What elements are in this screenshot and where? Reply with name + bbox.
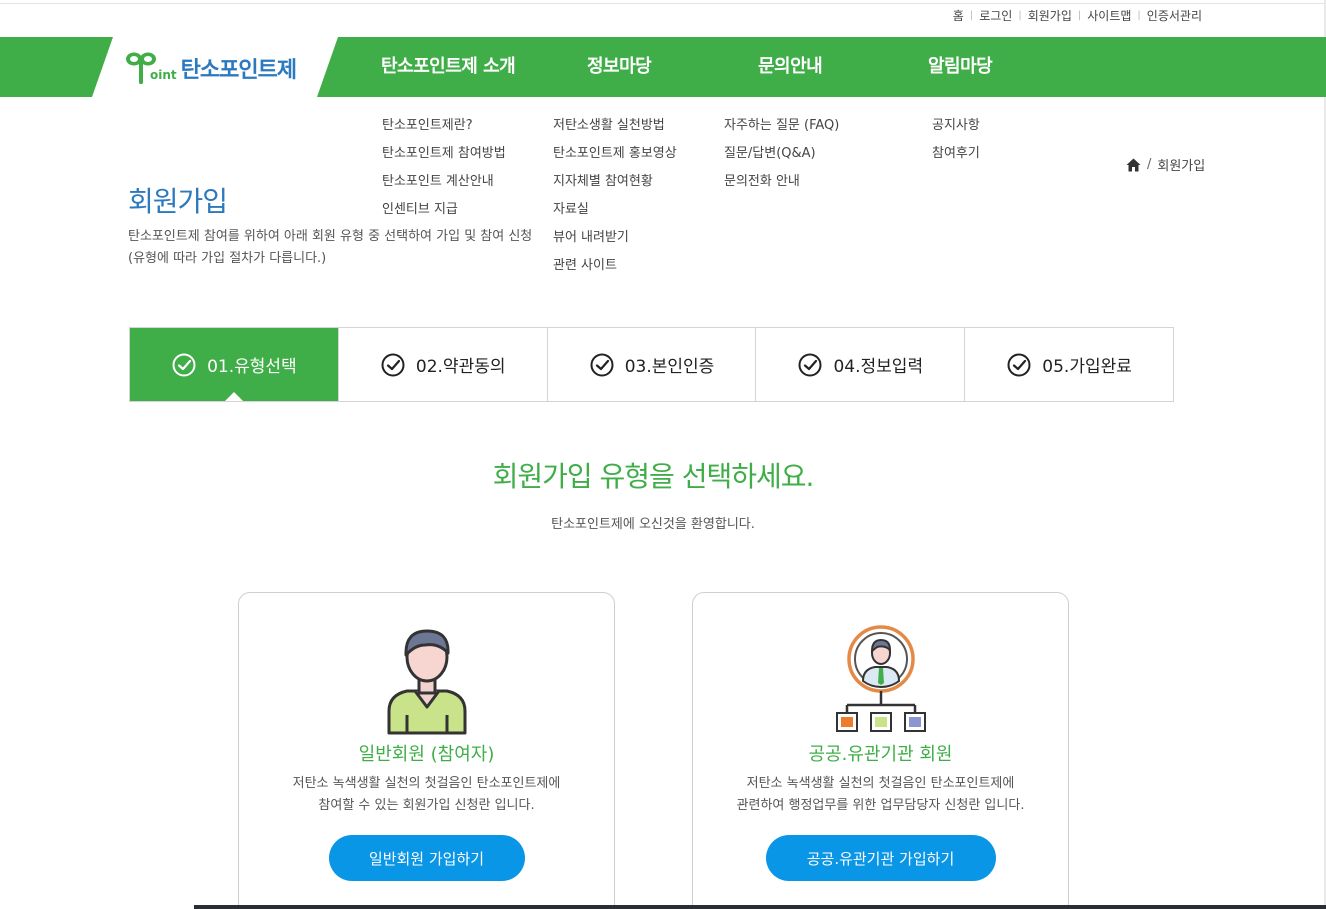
step-info-input[interactable]: 04.정보입력 [755, 328, 964, 401]
card-description-line: 참여할 수 있는 회원가입 신청란 입니다. [318, 798, 535, 813]
step-complete[interactable]: 05.가입완료 [964, 328, 1173, 401]
step-label: 05.가입완료 [1042, 357, 1132, 377]
submenu-item[interactable]: 인센티브 지급 [382, 196, 506, 224]
submenu-intro: 탄소포인트제란? 탄소포인트제 참여방법 탄소포인트 계산안내 인센티브 지급 [382, 112, 506, 224]
top-edge [0, 0, 1326, 4]
utility-nav: 홈 | 로그인 | 회원가입 | 사이트맵 | 인증서관리 [947, 5, 1208, 25]
submenu-item[interactable]: 문의전화 안내 [724, 168, 839, 196]
check-circle-icon [798, 353, 822, 376]
bottom-edge [194, 905, 1326, 909]
submenu-item[interactable]: 자주하는 질문 (FAQ) [724, 112, 839, 140]
submenu-item[interactable]: 저탄소생활 실천방법 [553, 112, 677, 140]
submenu-item[interactable]: 지자체별 참여현황 [553, 168, 677, 196]
card-description-line: 저탄소 녹색생활 실천의 첫걸음인 탄소포인트제에 [292, 776, 561, 791]
gnb-item-inquiry[interactable]: 문의안내 [758, 37, 823, 97]
submenu-inquiry: 자주하는 질문 (FAQ) 질문/답변(Q&A) 문의전화 안내 [724, 112, 839, 196]
step-type-select[interactable]: 01.유형선택 [130, 328, 338, 401]
card-description-line: 관련하여 행정업무를 위한 업무담당자 신청란 입니다. [736, 798, 1025, 813]
submenu-item[interactable]: 관련 사이트 [553, 252, 677, 280]
submenu-item[interactable]: 탄소포인트제 참여방법 [382, 140, 506, 168]
submenu-item[interactable]: 탄소포인트 계산안내 [382, 168, 506, 196]
gnb-item-notice[interactable]: 알림마당 [928, 37, 993, 97]
card-description: 저탄소 녹색생활 실천의 첫걸음인 탄소포인트제에 관련하여 행정업무를 위한 … [693, 773, 1068, 817]
person-icon [387, 629, 466, 735]
card-title: 공공.유관기관 회원 [808, 744, 953, 765]
util-link-home[interactable]: 홈 [947, 7, 970, 24]
util-link-login[interactable]: 로그인 [973, 7, 1018, 24]
logo-name: 탄소포인트제 [180, 58, 297, 83]
breadcrumb: / 회원가입 [1126, 155, 1205, 174]
util-link-certificate[interactable]: 인증서관리 [1141, 7, 1208, 24]
submenu-item[interactable]: 공지사항 [932, 112, 980, 140]
util-link-sitemap[interactable]: 사이트맵 [1081, 7, 1137, 24]
gnb-item-intro[interactable]: 탄소포인트제 소개 [381, 37, 516, 97]
submenu-item[interactable]: 참여후기 [932, 140, 980, 168]
site-logo[interactable]: oint 탄소포인트제 [124, 46, 297, 86]
check-circle-icon [1007, 353, 1031, 376]
leaf-logo-icon [126, 52, 156, 84]
step-label: 04.정보입력 [833, 357, 924, 377]
step-label: 02.약관동의 [415, 357, 506, 377]
page-title: 회원가입 [128, 185, 228, 218]
submenu-item[interactable]: 탄소포인트제 홍보영상 [553, 140, 677, 168]
organization-icon [835, 625, 926, 732]
step-verification[interactable]: 03.본인인증 [546, 328, 756, 401]
card-title: 일반회원 (참여자) [358, 744, 495, 765]
card-description-line: 저탄소 녹색생활 실천의 첫걸음인 탄소포인트제에 [746, 776, 1015, 791]
page-description-line: 탄소포인트제 참여를 위하여 아래 회원 유형 중 선택하여 가입 및 참여 신… [128, 229, 533, 244]
check-circle-icon [172, 353, 196, 376]
page-description: 탄소포인트제 참여를 위하여 아래 회원 유형 중 선택하여 가입 및 참여 신… [128, 226, 532, 270]
check-circle-icon [590, 353, 614, 376]
select-type-subtitle: 탄소포인트제에 오신것을 환영합니다. [551, 517, 755, 532]
member-type-card-general: 일반회원 (참여자) 저탄소 녹색생활 실천의 첫걸음인 탄소포인트제에 참여할… [238, 592, 615, 909]
submenu-item[interactable]: 뷰어 내려받기 [553, 224, 677, 252]
submenu-item[interactable]: 질문/답변(Q&A) [724, 140, 839, 168]
page-description-line: (유형에 따라 가입 절차가 다릅니다.) [128, 251, 327, 266]
member-type-card-public: 공공.유관기관 회원 저탄소 녹색생활 실천의 첫걸음인 탄소포인트제에 관련하… [692, 592, 1069, 909]
public-member-join-button[interactable]: 공공.유관기관 가입하기 [765, 835, 996, 881]
signup-steps: 01.유형선택 02.약관동의 03.본인인증 04.정보입력 05.가입완료 [129, 327, 1174, 402]
breadcrumb-separator: / [1147, 157, 1152, 172]
home-icon[interactable] [1126, 158, 1141, 172]
general-member-join-button[interactable]: 일반회원 가입하기 [328, 835, 525, 881]
submenu-item[interactable]: 탄소포인트제란? [382, 112, 506, 140]
step-label: 01.유형선택 [207, 357, 297, 377]
step-label: 03.본인인증 [624, 357, 715, 377]
step-terms[interactable]: 02.약관동의 [337, 328, 547, 401]
submenu-item[interactable]: 자료실 [553, 196, 677, 224]
select-type-title: 회원가입 유형을 선택하세요. [492, 460, 815, 493]
gnb-item-info[interactable]: 정보마당 [587, 37, 652, 97]
submenu-info: 저탄소생활 실천방법 탄소포인트제 홍보영상 지자체별 참여현황 자료실 뷰어 … [553, 112, 677, 280]
check-circle-icon [381, 353, 405, 376]
card-description: 저탄소 녹색생활 실천의 첫걸음인 탄소포인트제에 참여할 수 있는 회원가입 … [239, 773, 614, 817]
util-link-join[interactable]: 회원가입 [1022, 7, 1078, 24]
submenu-notice: 공지사항 참여후기 [932, 112, 980, 168]
breadcrumb-current: 회원가입 [1157, 159, 1206, 174]
